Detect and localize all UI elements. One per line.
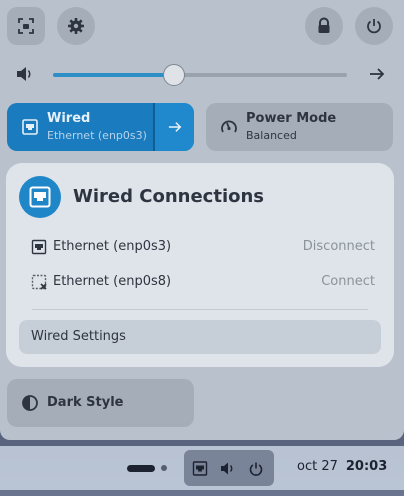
disconnect-button[interactable]: Disconnect	[303, 239, 375, 254]
speaker-icon	[221, 462, 233, 475]
connection-name: Ethernet (enp0s3)	[53, 239, 172, 254]
taskbar: oct 27 20:03	[0, 448, 404, 488]
volume-slider-handle[interactable]	[162, 64, 185, 86]
workspace-indicator-active[interactable]	[127, 465, 155, 472]
volume-slider-fill	[53, 73, 174, 77]
clock-time: 20:03	[345, 459, 388, 474]
popup-header: Wired Connections	[19, 176, 379, 218]
wired-menu-button[interactable]	[155, 103, 194, 151]
gear-icon	[68, 18, 84, 34]
clock[interactable]: oct 27 20:03	[297, 459, 387, 474]
lock-button[interactable]	[305, 7, 343, 45]
connection-row[interactable]: Ethernet (enp0s3) Disconnect	[19, 232, 381, 262]
clock-date: oct 27	[297, 459, 338, 474]
ethernet-icon	[22, 119, 38, 135]
wired-connections-popup: Wired Connections Ethernet (enp0s3) Disc…	[6, 163, 394, 367]
arrow-right-icon	[168, 122, 181, 132]
popup-title: Wired Connections	[73, 186, 265, 207]
ethernet-disconnected-icon	[31, 274, 47, 290]
power-mode-subtitle: Balanced	[246, 129, 297, 142]
wired-subtitle: Ethernet (enp0s3)	[47, 129, 147, 142]
connection-name: Ethernet (enp0s8)	[53, 274, 172, 289]
power-button[interactable]	[355, 7, 393, 45]
gauge-icon	[221, 120, 237, 133]
lock-icon	[318, 17, 330, 33]
dark-style-title: Dark Style	[47, 395, 124, 410]
dark-style-tile[interactable]: Dark Style	[7, 379, 194, 427]
volume-row	[0, 62, 404, 86]
system-tray[interactable]	[184, 450, 274, 486]
wired-title: Wired	[47, 111, 91, 126]
screenshot-button[interactable]	[7, 7, 45, 45]
connection-row[interactable]: Ethernet (enp0s8) Connect	[19, 267, 381, 297]
workspace-indicator[interactable]	[161, 465, 167, 471]
connect-button[interactable]: Connect	[321, 274, 375, 289]
arrow-right-icon[interactable]	[368, 66, 386, 82]
power-mode-title: Power Mode	[246, 111, 337, 126]
settings-button[interactable]	[57, 7, 95, 45]
screenshot-icon	[18, 18, 34, 34]
wired-toggle[interactable]: Wired Ethernet (enp0s3)	[7, 103, 153, 151]
wired-settings-label: Wired Settings	[31, 329, 126, 344]
ethernet-icon	[31, 239, 47, 255]
power-icon	[249, 462, 263, 476]
power-icon	[367, 19, 381, 34]
contrast-icon	[22, 395, 38, 411]
speaker-icon[interactable]	[16, 66, 34, 82]
popup-divider	[32, 309, 368, 310]
wired-tile: Wired Ethernet (enp0s3)	[7, 103, 194, 151]
wired-settings-button[interactable]: Wired Settings	[19, 320, 381, 354]
ethernet-icon	[19, 176, 61, 218]
power-mode-tile[interactable]: Power Mode Balanced	[206, 103, 393, 151]
ethernet-icon	[192, 461, 208, 476]
